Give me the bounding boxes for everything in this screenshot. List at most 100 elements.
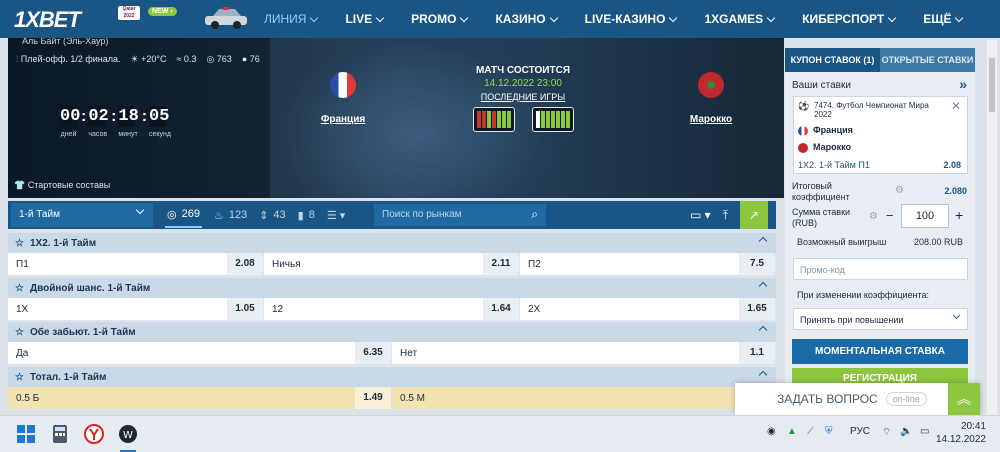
shield-icon[interactable]: ⛨ [825,426,833,437]
bet-card: ⚽ 7474. Футбол Чемпионат Мира 2022 ✕ Фра… [793,96,968,174]
bet-cell[interactable]: Нет 1.1 [392,342,776,364]
market-double-chance: ☆ Двойной шанс. 1-й Тайм 1X 1.05 12 1.64 2X… [8,278,776,320]
stake-input[interactable]: 100 [901,204,949,228]
volume-icon[interactable]: 🔈 [900,426,912,437]
odds-change-select[interactable]: Принять при повышении [793,308,968,330]
star-icon[interactable]: ☆ [15,372,24,383]
nav-promo[interactable]: PROMO [411,12,469,26]
settings-icon[interactable]: ⚙ [895,185,904,196]
stats-icon: ▮ [297,209,304,222]
nav-live-casino[interactable]: LIVE-КАЗИНО [585,12,678,26]
nav-more[interactable]: ЕЩЁ [923,12,964,26]
form-bar [546,111,550,128]
nav-live[interactable]: LIVE [345,12,385,26]
form-bar [502,111,506,128]
market-search-input[interactable]: Поиск по рынкам ⌕ [374,204,546,226]
form-bar [566,111,570,128]
team1-form[interactable] [473,107,515,132]
nav-line[interactable]: ЛИНИЯ [264,12,319,26]
logo[interactable]: 1XBET [14,7,81,33]
last-games-link[interactable]: ПОСЛЕДНИЕ ИГРЫ [448,92,598,102]
filter-stats[interactable]: ▮ 8 [298,209,315,222]
bet-cell[interactable]: 0.5 Б 1.49 [8,387,392,409]
match-hero: Аль Байт (Эль-Хаур) ⫶ Плей-офф. 1/2 фина… [8,38,784,198]
chevron-up-icon[interactable]: ︽ [948,383,980,415]
form-bar [536,111,540,128]
collapse-double-chevron-icon[interactable]: » [959,76,967,92]
stats-button[interactable]: ↗ [740,201,768,229]
filter-sort[interactable]: ⇕ 43 [259,209,285,222]
minus-button[interactable]: − [886,208,894,223]
bet-cell[interactable]: Да 6.35 [8,342,392,364]
bet-cell[interactable]: 0.5 М [392,387,776,409]
form-bar [507,111,511,128]
market-total: ☆ Тотал. 1-й Тайм 0.5 Б 1.49 0.5 М [8,367,776,409]
close-icon[interactable]: ✕ [951,99,961,113]
star-icon[interactable]: ☆ [15,238,24,249]
page-scrollbar[interactable] [987,40,997,415]
form-bar [477,111,481,128]
filter-all[interactable]: ◎ 269 [165,203,202,228]
star-icon[interactable]: ☆ [15,283,24,294]
collapse-chevron-icon[interactable] [758,325,768,335]
quick-bet-button[interactable]: МОМЕНТАЛЬНАЯ СТАВКА [792,339,968,364]
settings-icon[interactable]: ⚙ [869,211,878,222]
bet-coupon: КУПОН СТАВОК (1) ОТКРЫТЫЕ СТАВКИ Ваши ст… [785,48,975,410]
plus-button[interactable]: + [955,207,963,223]
wifi-icon[interactable]: ⌔ [882,426,891,439]
car-promo-icon[interactable] [203,6,249,30]
market-row: Да 6.35 Нет 1.1 [8,342,776,364]
wind-icon: ≈ 0.3 [176,54,197,64]
calculator-icon[interactable] [50,424,70,444]
collapse-icon[interactable]: ⤒ [723,208,728,223]
layout-icon[interactable]: ▭ ▾ [690,208,711,222]
promo-code-input[interactable]: Промо-код [793,258,968,280]
form-bar [561,111,565,128]
tray-pen-icon[interactable]: ⟋ [807,426,814,437]
ask-question-widget[interactable]: ЗАДАТЬ ВОПРОС on-line ︽ [735,383,980,415]
tab-coupon[interactable]: КУПОН СТАВОК (1) [785,48,880,72]
tab-open-bets[interactable]: ОТКРЫТЫЕ СТАВКИ [880,48,975,72]
windows-start-icon[interactable] [16,424,36,444]
team2-form[interactable] [532,107,574,132]
market-row: 0.5 Б 1.49 0.5 М [8,387,776,409]
match-meta: ⫶ Плей-офф. 1/2 финала. ☀ +20°C ≈ 0.3 ◎ … [16,54,260,64]
bet-cell[interactable]: Ничья 2.11 [264,253,520,275]
lineups-link[interactable]: 👕 Стартовые составы [14,180,110,191]
bet-cell[interactable]: 2X 1.65 [520,298,776,320]
nav-esports[interactable]: КИБЕРСПОРТ [802,12,897,26]
form-bar [551,111,555,128]
qatar-2022-badge: Qatar 2022 [118,6,140,20]
nav-1xgames[interactable]: 1XGAMES [704,12,776,26]
bet-cell[interactable]: 12 1.64 [264,298,520,320]
collapse-chevron-icon[interactable] [758,281,768,291]
new-badge[interactable]: NEW › [148,7,177,16]
sun-icon: ☀ +20°C [130,54,167,64]
top-nav: 1XBET Qatar 2022 NEW › ЛИНИЯ LIVE PROMO … [0,0,1000,38]
morocco-flag-icon [698,72,724,98]
bet-cell[interactable]: 1X 1.05 [8,298,264,320]
filter-hot[interactable]: ♨ 123 [214,209,247,222]
bet-cell[interactable]: П1 2.08 [8,253,264,275]
form-bar [492,111,496,128]
star-icon[interactable]: ☆ [15,327,24,338]
yandex-browser-icon[interactable] [84,424,104,444]
team1[interactable]: Франция [313,72,373,125]
humidity-icon: ● 76 [241,54,260,64]
lang-indicator[interactable]: РУС [850,426,870,437]
nvidia-icon[interactable]: ▲ [787,426,797,437]
clock[interactable]: 20:41 14.12.2022 [936,420,986,446]
countdown: 00 дней : 02 часов : 18 минут : 05 секунд [60,106,171,138]
period-select[interactable]: 1-й Тайм [11,203,153,227]
fire-icon: ♨ [213,209,224,222]
list-view-icon[interactable]: ☰ ▾ [327,209,345,222]
market-1x2: ☆ 1X2. 1-й Тайм П1 2.08 Ничья 2.11 П2 7.5 [8,233,776,275]
bet-cell[interactable]: П2 7.5 [520,253,776,275]
nav-casino[interactable]: КАЗИНО [495,12,558,26]
battery-icon[interactable]: ▭ [920,426,929,437]
tray-app-icon[interactable]: ◉ [767,426,776,437]
collapse-chevron-icon[interactable] [758,370,768,380]
collapse-chevron-icon[interactable] [758,236,768,246]
app-w-icon[interactable]: W [118,424,138,444]
team2[interactable]: Марокко [678,72,744,125]
